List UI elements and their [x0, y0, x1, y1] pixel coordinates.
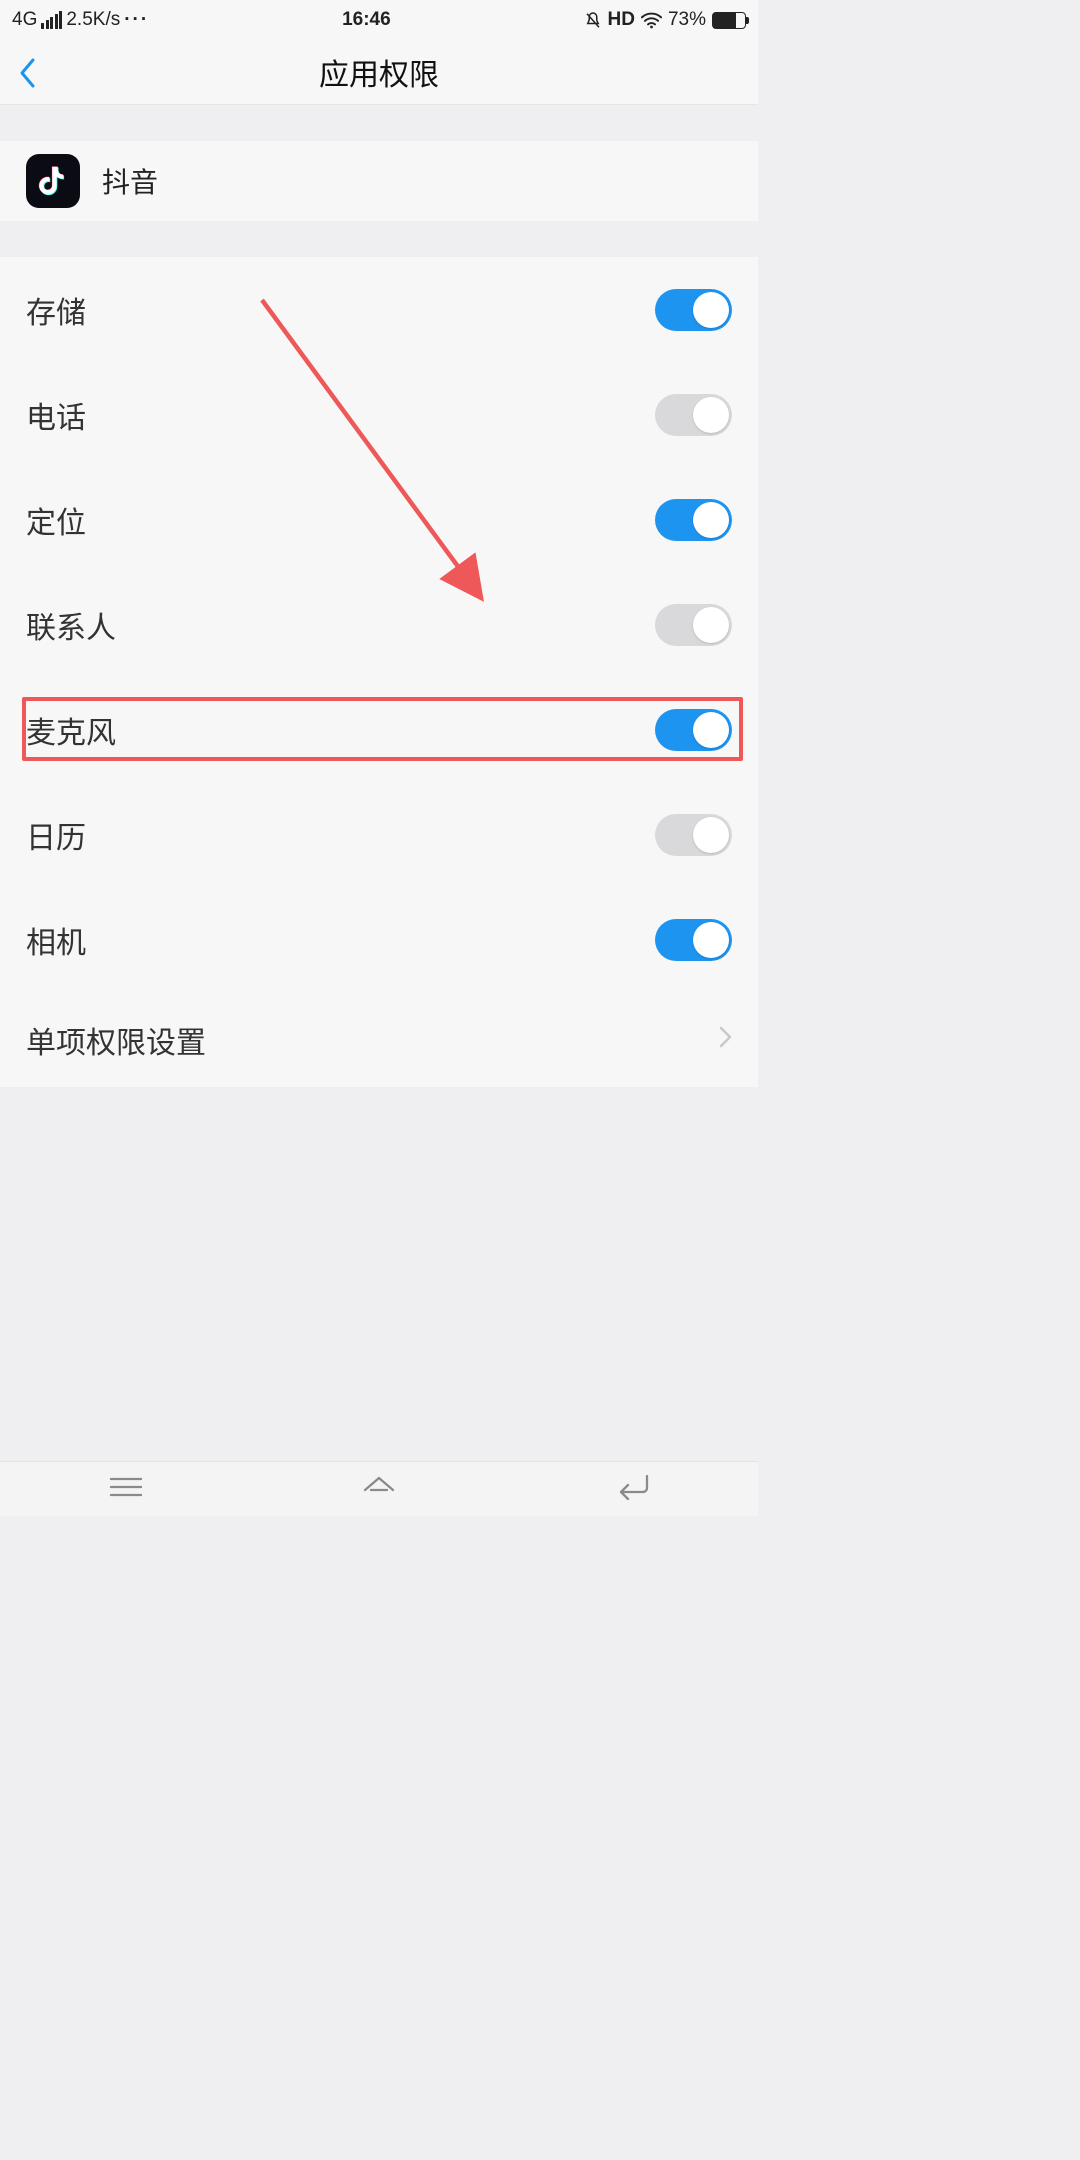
- more-dots-icon: ···: [124, 9, 149, 31]
- app-info-row: 抖音: [0, 141, 758, 221]
- permission-toggle[interactable]: [655, 604, 732, 646]
- permission-list: 存储电话定位联系人麦克风日历相机单项权限设置: [0, 257, 758, 1087]
- permission-toggle[interactable]: [655, 709, 732, 751]
- network-type: 4G: [12, 9, 37, 31]
- permission-row: 定位: [0, 467, 758, 572]
- permission-toggle[interactable]: [655, 919, 732, 961]
- battery-percent: 73%: [668, 9, 706, 31]
- single-permission-settings[interactable]: 单项权限设置: [0, 992, 758, 1087]
- permission-label: 电话: [26, 393, 86, 437]
- signal-icon: [41, 11, 62, 29]
- permission-label: 存储: [26, 288, 86, 332]
- permission-row: 电话: [0, 362, 758, 467]
- permission-row: 麦克风: [0, 677, 758, 782]
- back-button[interactable]: [18, 56, 37, 95]
- permission-toggle[interactable]: [655, 289, 732, 331]
- app-name: 抖音: [102, 161, 158, 201]
- permission-label: 定位: [26, 498, 86, 542]
- menu-icon[interactable]: [109, 1475, 143, 1504]
- permission-row: 日历: [0, 782, 758, 887]
- permission-toggle[interactable]: [655, 814, 732, 856]
- home-icon[interactable]: [361, 1474, 397, 1505]
- permission-label: 联系人: [26, 603, 116, 647]
- clock-time: 16:46: [149, 9, 583, 31]
- permission-label: 日历: [26, 813, 86, 857]
- douyin-app-icon: [26, 154, 80, 208]
- mute-icon: [584, 11, 602, 30]
- permission-toggle[interactable]: [655, 499, 732, 541]
- permission-row: 存储: [0, 257, 758, 362]
- status-bar: 4G 2.5K/s ··· 16:46 HD 73%: [0, 0, 758, 40]
- page-title: 应用权限: [0, 50, 758, 94]
- permission-toggle[interactable]: [655, 394, 732, 436]
- system-navbar: [0, 1461, 758, 1516]
- permission-label: 相机: [26, 918, 86, 962]
- nav-label: 单项权限设置: [26, 1018, 206, 1062]
- permission-label: 麦克风: [26, 708, 116, 752]
- network-speed: 2.5K/s: [66, 9, 120, 31]
- permission-row: 相机: [0, 887, 758, 992]
- battery-icon: [712, 12, 746, 29]
- highlight-box: [22, 697, 743, 761]
- wifi-icon: [641, 11, 662, 29]
- permission-row: 联系人: [0, 572, 758, 677]
- hd-badge: HD: [608, 9, 635, 31]
- page-header: 应用权限: [0, 40, 758, 105]
- back-nav-icon[interactable]: [615, 1474, 649, 1505]
- chevron-right-icon: [719, 1026, 732, 1053]
